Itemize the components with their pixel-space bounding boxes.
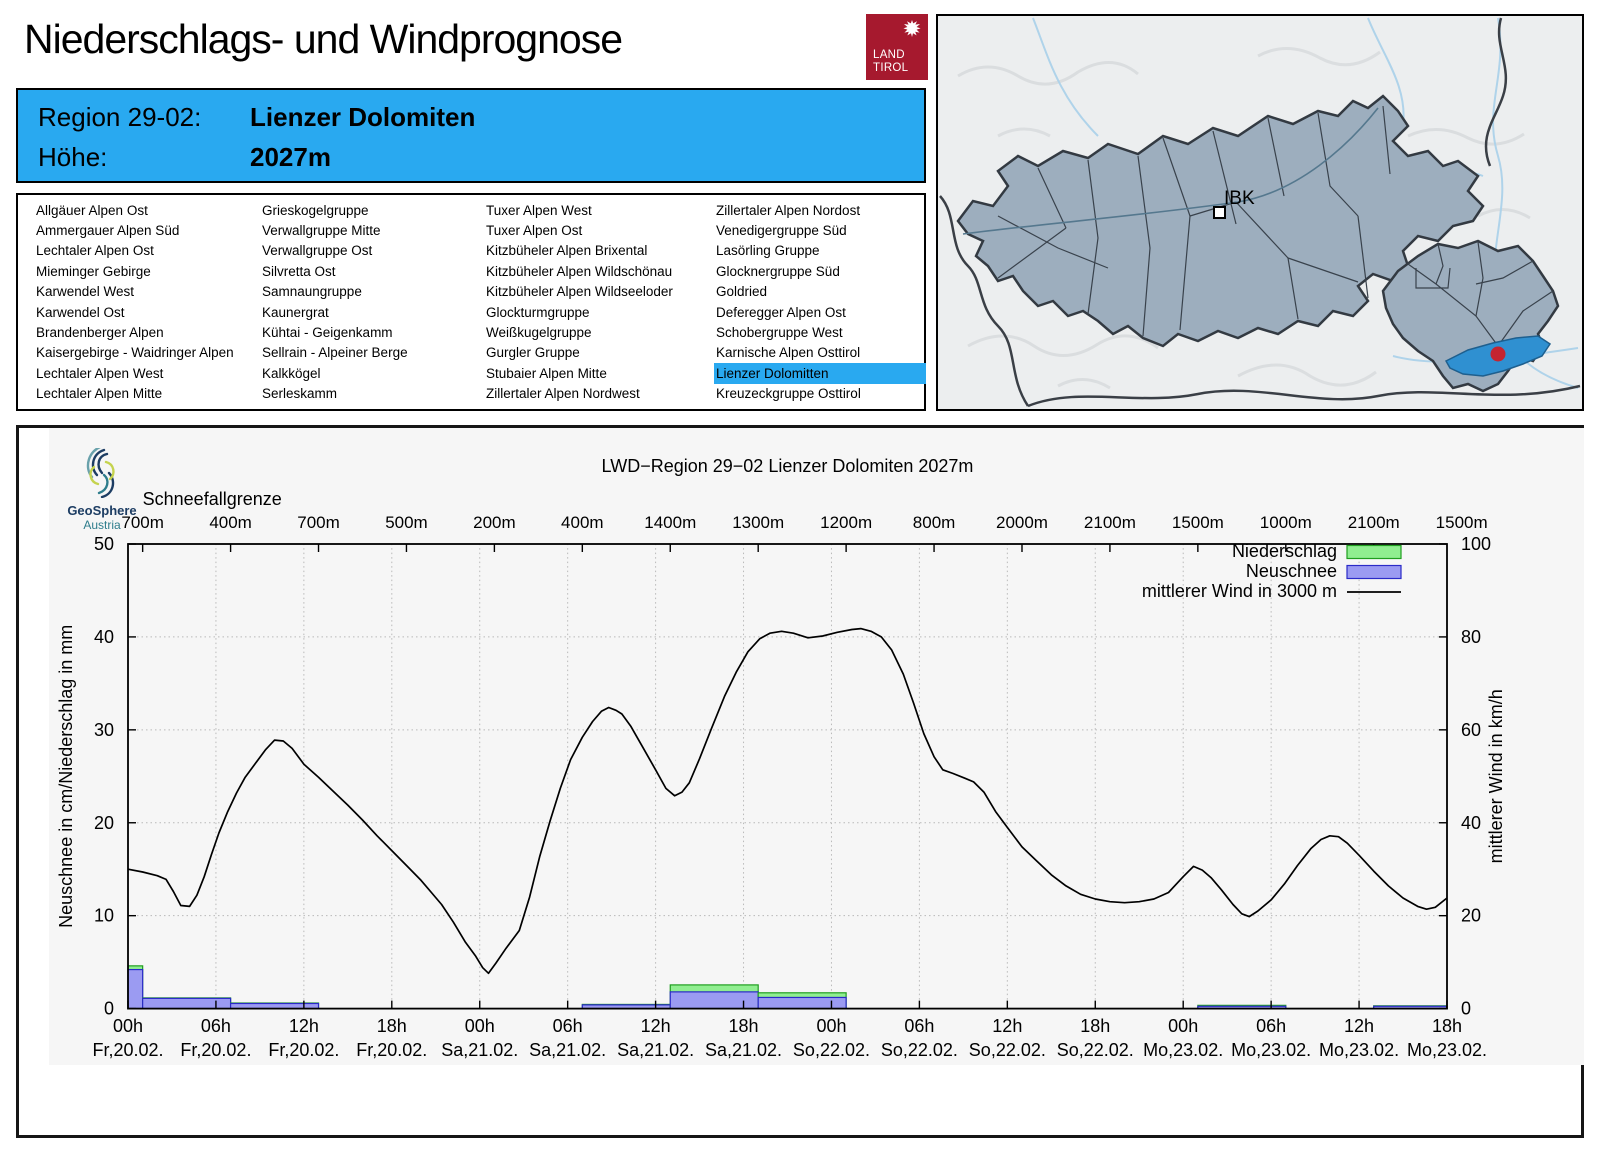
region-value: Lienzer Dolomiten bbox=[250, 102, 476, 132]
region-list-item[interactable]: Karwendel West bbox=[34, 282, 260, 302]
region-list-item[interactable]: Venedigergruppe Süd bbox=[714, 220, 934, 240]
region-list-item[interactable]: Silvretta Ost bbox=[260, 261, 484, 281]
region-header-box: Region 29-02: Lienzer Dolomiten Höhe: 20… bbox=[16, 88, 926, 183]
region-list-item[interactable]: Lasörling Gruppe bbox=[714, 241, 934, 261]
region-list-item[interactable]: Kitzbüheler Alpen Wildseeloder bbox=[484, 282, 714, 302]
region-list-item[interactable]: Kaisergebirge - Waidringer Alpen bbox=[34, 343, 260, 363]
tirol-map[interactable]: IBK bbox=[936, 14, 1584, 411]
chart-canvas bbox=[49, 428, 1584, 1065]
region-list-item[interactable]: Kühtai - Geigenkamm bbox=[260, 322, 484, 342]
region-list-item[interactable]: Kreuzeckgruppe Osttirol bbox=[714, 384, 934, 404]
region-list-item[interactable]: Kalkkögel bbox=[260, 363, 484, 383]
region-list-item[interactable]: Stubaier Alpen Mitte bbox=[484, 363, 714, 383]
location-marker bbox=[1490, 346, 1506, 362]
land-tirol-text-1: LAND bbox=[873, 49, 905, 61]
land-tirol-text-2: TIROL bbox=[873, 61, 909, 74]
region-list-item[interactable]: Tuxer Alpen West bbox=[484, 200, 714, 220]
region-list-item[interactable]: Deferegger Alpen Ost bbox=[714, 302, 934, 322]
region-list-item[interactable]: Karnische Alpen Osttirol bbox=[714, 343, 934, 363]
tirol-eagle-icon bbox=[900, 17, 924, 41]
map-region-osttirol bbox=[1381, 239, 1560, 393]
region-list-item[interactable]: Lienzer Dolomitten bbox=[714, 363, 926, 384]
region-list-item[interactable]: Karwendel Ost bbox=[34, 302, 260, 322]
region-list-item[interactable]: Ammergauer Alpen Süd bbox=[34, 220, 260, 240]
geosphere-text-2: Austria bbox=[83, 518, 121, 532]
region-list-item[interactable]: Lechtaler Alpen West bbox=[34, 363, 260, 383]
region-list-item[interactable]: Sellrain - Alpeiner Berge bbox=[260, 343, 484, 363]
region-list-item[interactable]: Weißkugelgruppe bbox=[484, 322, 714, 342]
region-list-item[interactable]: Glocknergruppe Süd bbox=[714, 261, 934, 281]
region-list-item[interactable]: Kitzbüheler Alpen Wildschönau bbox=[484, 261, 714, 281]
page-title: Niederschlags- und Windprognose bbox=[24, 16, 623, 62]
region-list-item[interactable]: Schobergruppe West bbox=[714, 322, 934, 342]
geosphere-logo: GeoSphere Austria bbox=[57, 444, 147, 532]
region-list-item[interactable]: Zillertaler Alpen Nordost bbox=[714, 200, 934, 220]
ibk-label: IBK bbox=[1224, 188, 1255, 209]
region-list-item[interactable]: Kaunergrat bbox=[260, 302, 484, 322]
region-list-item[interactable]: Glockturmgruppe bbox=[484, 302, 714, 322]
region-list-item[interactable]: Serleskamm bbox=[260, 384, 484, 404]
region-list-item[interactable]: Brandenberger Alpen bbox=[34, 322, 260, 342]
region-list-item[interactable]: Verwallgruppe Mitte bbox=[260, 220, 484, 240]
land-tirol-logo: LAND TIROL bbox=[866, 14, 928, 80]
region-list-item[interactable]: Verwallgruppe Ost bbox=[260, 241, 484, 261]
region-list-item[interactable]: Gurgler Gruppe bbox=[484, 343, 714, 363]
region-list-item[interactable]: Zillertaler Alpen Nordwest bbox=[484, 384, 714, 404]
region-list-item[interactable]: Mieminger Gebirge bbox=[34, 261, 260, 281]
region-list-item[interactable]: Kitzbüheler Alpen Brixental bbox=[484, 241, 714, 261]
region-list-item[interactable]: Grieskogelgruppe bbox=[260, 200, 484, 220]
geosphere-text-1: GeoSphere bbox=[67, 503, 137, 518]
altitude-label: Höhe: bbox=[38, 142, 108, 172]
region-label: Region 29-02: bbox=[38, 102, 202, 132]
region-list-item[interactable]: Goldried bbox=[714, 282, 934, 302]
forecast-chart-panel: GeoSphere Austria bbox=[16, 425, 1584, 1138]
altitude-value: 2027m bbox=[250, 142, 331, 172]
region-list-item[interactable]: Lechtaler Alpen Mitte bbox=[34, 384, 260, 404]
region-list-item[interactable]: Tuxer Alpen Ost bbox=[484, 220, 714, 240]
region-list-item[interactable]: Samnaungruppe bbox=[260, 282, 484, 302]
region-list-item[interactable]: Allgäuer Alpen Ost bbox=[34, 200, 260, 220]
geosphere-spiral-icon bbox=[86, 444, 115, 499]
region-list-item[interactable]: Lechtaler Alpen Ost bbox=[34, 241, 260, 261]
region-list: Allgäuer Alpen Ost Ammergauer Alpen Süd Le… bbox=[16, 193, 926, 411]
